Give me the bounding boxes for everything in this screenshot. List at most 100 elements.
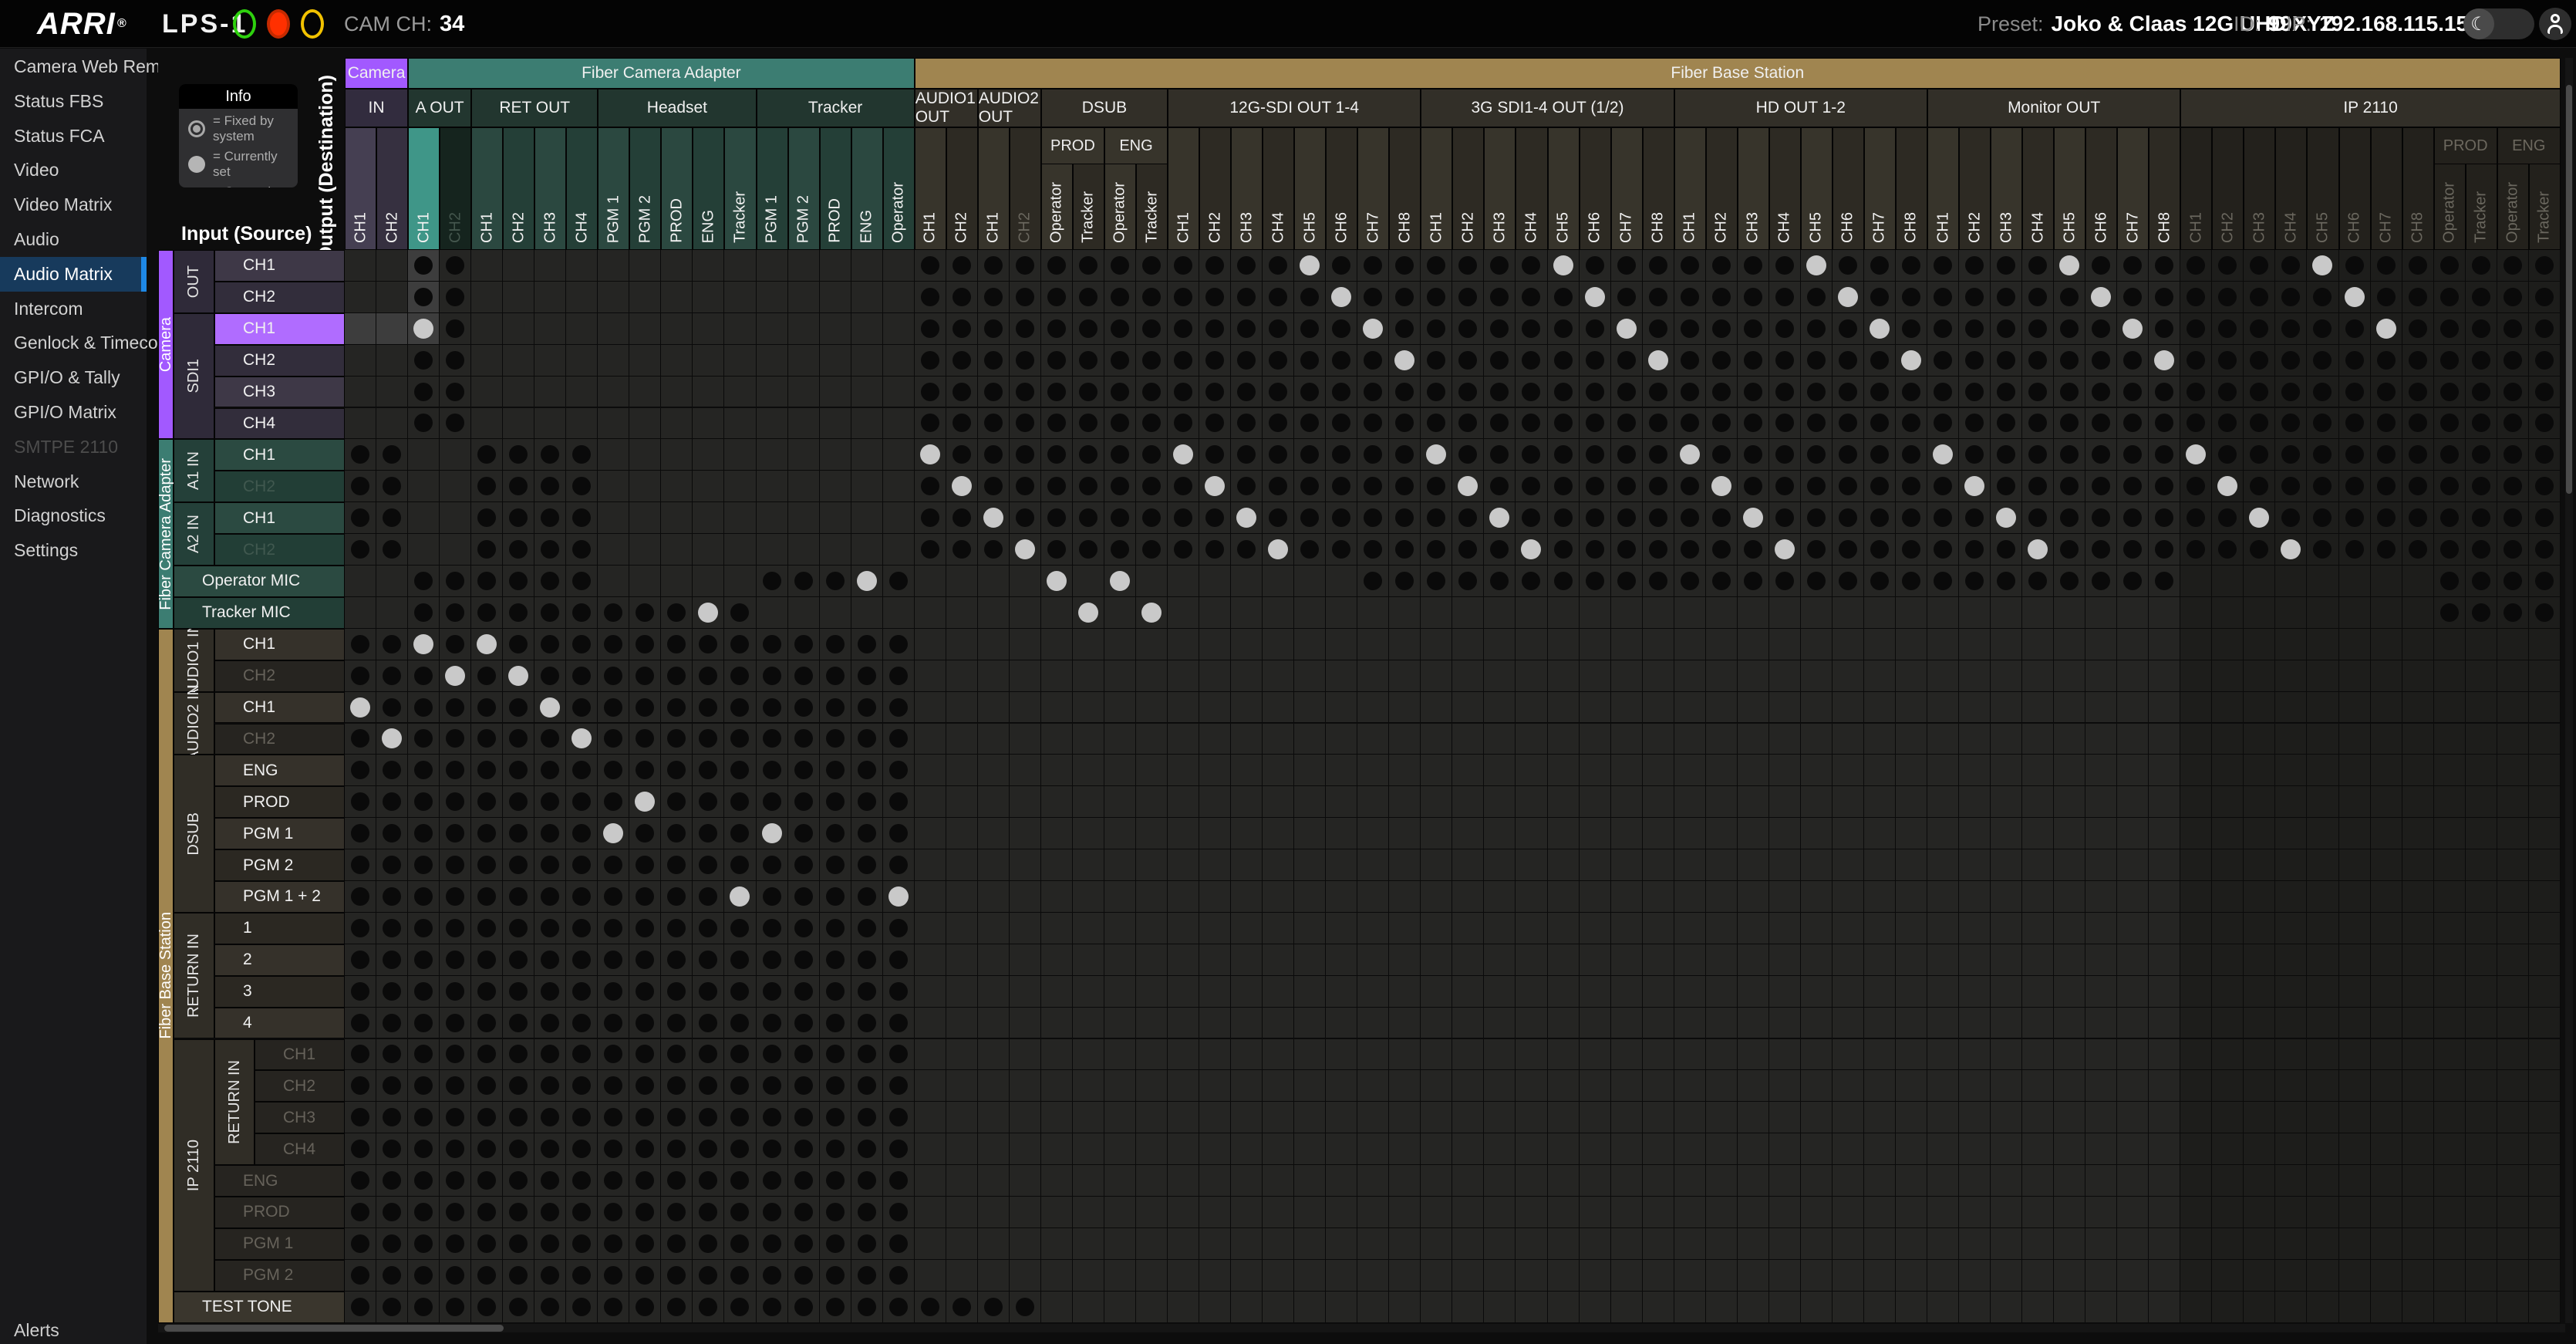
matrix-cell[interactable] [2371,1292,2402,1323]
matrix-cell[interactable] [2434,786,2466,818]
matrix-cell[interactable] [724,439,756,471]
sidebar-item-smtpe-2110[interactable]: SMTPE 2110 [0,430,147,464]
matrix-cell[interactable] [1706,724,1738,755]
matrix-cell[interactable] [2529,944,2561,976]
matrix-cell[interactable] [376,345,408,377]
matrix-cell[interactable] [1484,1197,1516,1228]
column-header-12g-sdi-out-1-4-ch1[interactable]: CH1 [1168,127,1199,250]
matrix-cell[interactable] [1231,313,1263,345]
matrix-cell[interactable] [2180,629,2212,660]
matrix-cell[interactable] [2307,1133,2338,1165]
matrix-cell[interactable] [2149,1133,2180,1165]
matrix-cell[interactable] [1484,597,1516,629]
matrix-cell[interactable] [2117,976,2149,1008]
matrix-cell[interactable] [1041,566,1073,597]
matrix-cell[interactable] [1041,1197,1073,1228]
matrix-cell[interactable] [1991,471,2022,502]
matrix-cell[interactable] [2117,913,2149,944]
matrix-cell[interactable] [1136,944,1168,976]
matrix-cell[interactable] [2054,1133,2085,1165]
matrix-cell[interactable] [1738,313,1769,345]
matrix-cell[interactable] [1452,660,1484,692]
matrix-cell[interactable] [1104,597,1136,629]
matrix-cell[interactable] [2339,786,2371,818]
matrix-cell[interactable] [1706,439,1738,471]
matrix-cell[interactable] [1199,755,1231,786]
matrix-cell[interactable] [440,1102,471,1133]
matrix-cell[interactable] [1769,408,1801,440]
matrix-cell[interactable] [1548,471,1580,502]
matrix-cell[interactable] [1326,471,1357,502]
matrix-cell[interactable] [788,849,820,881]
matrix-cell[interactable] [1073,1292,1104,1323]
matrix-cell[interactable] [2022,439,2054,471]
matrix-cell[interactable] [2371,534,2402,566]
matrix-cell[interactable] [2529,1228,2561,1260]
matrix-cell[interactable] [946,566,978,597]
matrix-cell[interactable] [2307,1070,2338,1102]
matrix-cell[interactable] [1927,755,1959,786]
matrix-cell[interactable] [345,976,376,1008]
matrix-cell[interactable] [1231,944,1263,976]
matrix-cell[interactable] [1611,1102,1643,1133]
matrix-cell[interactable] [1548,913,1580,944]
matrix-cell[interactable] [1738,1292,1769,1323]
matrix-cell[interactable] [1643,1165,1674,1197]
matrix-cell[interactable] [2054,913,2085,944]
matrix-cell[interactable] [376,534,408,566]
matrix-cell[interactable] [1294,724,1326,755]
matrix-cell[interactable] [503,660,534,692]
matrix-cell[interactable] [1706,1133,1738,1165]
matrix-cell[interactable] [2180,660,2212,692]
matrix-cell[interactable] [1231,1102,1263,1133]
matrix-cell[interactable] [1326,629,1357,660]
matrix-cell[interactable] [724,1102,756,1133]
matrix-cell[interactable] [1421,439,1452,471]
matrix-cell[interactable] [1421,818,1452,849]
matrix-cell[interactable] [1104,566,1136,597]
matrix-cell[interactable] [2180,1197,2212,1228]
matrix-cell[interactable] [345,313,376,345]
matrix-cell[interactable] [883,881,915,913]
matrix-cell[interactable] [2022,881,2054,913]
matrix-cell[interactable] [1010,250,1041,282]
matrix-cell[interactable] [1484,660,1516,692]
matrix-cell[interactable] [1357,1102,1389,1133]
matrix-cell[interactable] [978,1133,1010,1165]
matrix-cell[interactable] [1706,755,1738,786]
matrix-cell[interactable] [2275,755,2307,786]
matrix-cell[interactable] [1357,755,1389,786]
matrix-cell[interactable] [1389,849,1421,881]
matrix-cell[interactable] [1580,755,1611,786]
matrix-cell[interactable] [1674,976,1706,1008]
matrix-cell[interactable] [2117,881,2149,913]
matrix-cell[interactable] [1769,786,1801,818]
matrix-cell[interactable] [1199,1165,1231,1197]
matrix-cell[interactable] [1643,818,1674,849]
matrix-cell[interactable] [1896,534,1927,566]
matrix-cell[interactable] [1073,724,1104,755]
matrix-cell[interactable] [2117,1197,2149,1228]
matrix-cell[interactable] [2117,439,2149,471]
matrix-cell[interactable] [1643,1070,1674,1102]
matrix-cell[interactable] [883,1070,915,1102]
matrix-cell[interactable] [2212,976,2244,1008]
matrix-cell[interactable] [1357,1260,1389,1292]
matrix-cell[interactable] [820,534,851,566]
matrix-cell[interactable] [629,313,661,345]
matrix-cell[interactable] [345,818,376,849]
matrix-cell[interactable] [851,282,883,313]
matrix-cell[interactable] [1991,692,2022,724]
matrix-cell[interactable] [2054,944,2085,976]
matrix-cell[interactable] [345,881,376,913]
matrix-cell[interactable] [503,1228,534,1260]
matrix-cell[interactable] [1864,502,1896,534]
matrix-cell[interactable] [820,944,851,976]
matrix-cell[interactable] [1104,1008,1136,1039]
matrix-cell[interactable] [2466,377,2497,408]
matrix-cell[interactable] [1326,976,1357,1008]
matrix-cell[interactable] [534,881,566,913]
matrix-cell[interactable] [1801,692,1833,724]
matrix-cell[interactable] [1516,439,1547,471]
row-label-pgm-1[interactable]: PGM 1 [214,818,345,849]
